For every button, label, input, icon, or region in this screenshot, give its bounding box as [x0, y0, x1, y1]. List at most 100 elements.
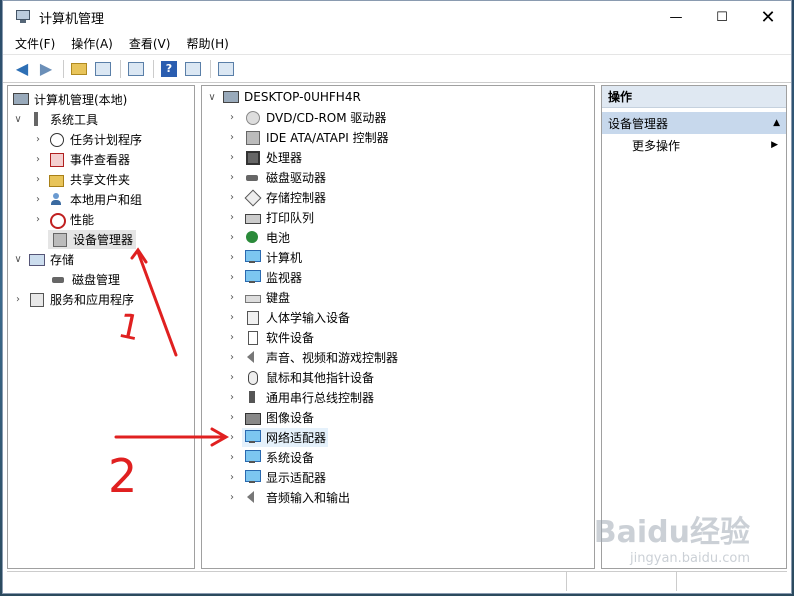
chevron-right-icon[interactable]: ›: [32, 213, 44, 225]
device-category-body: 计算机: [242, 248, 304, 267]
tree-item-label: 服务和应用程序: [50, 292, 135, 307]
device-category-item[interactable]: › 计算机: [202, 247, 594, 267]
device-category-item[interactable]: › 鼠标和其他指针设备: [202, 367, 594, 387]
baidu-watermark: Baidu经验 jingyan.baidu.com: [594, 507, 750, 566]
tree-item-device-manager[interactable]: 设备管理器: [8, 229, 194, 249]
chevron-right-icon[interactable]: ›: [226, 491, 238, 503]
tree-item-shared-folders[interactable]: › 共享文件夹: [8, 169, 194, 189]
actions-section-label: 设备管理器: [608, 116, 669, 131]
device-category-item[interactable]: › 电池: [202, 227, 594, 247]
chevron-right-icon[interactable]: ›: [32, 193, 44, 205]
disk-drive-icon: [244, 169, 260, 185]
device-category-item[interactable]: › 图像设备: [202, 407, 594, 427]
chevron-right-icon[interactable]: ›: [226, 211, 238, 223]
properties-button[interactable]: [125, 58, 147, 80]
device-category-item[interactable]: › 人体学输入设备: [202, 307, 594, 327]
device-category-label: 人体学输入设备: [266, 310, 351, 325]
chevron-right-icon[interactable]: ›: [226, 111, 238, 123]
chevron-right-icon[interactable]: ›: [226, 231, 238, 243]
tree-item-storage[interactable]: ∨ 存储: [8, 249, 194, 269]
device-category-item[interactable]: › 音频输入和输出: [202, 487, 594, 507]
chevron-down-icon[interactable]: ∨: [12, 113, 24, 125]
menu-view[interactable]: 查看(V): [123, 35, 177, 52]
device-category-item[interactable]: › 网络适配器: [202, 427, 594, 447]
minimize-button[interactable]: —: [653, 1, 699, 33]
tree-item-label: 系统工具: [50, 112, 99, 127]
actions-section-device-manager[interactable]: 设备管理器 ▲: [602, 112, 786, 134]
maximize-button[interactable]: ☐: [699, 1, 745, 33]
chevron-right-icon[interactable]: ›: [226, 391, 238, 403]
chevron-right-icon[interactable]: ›: [32, 173, 44, 185]
device-category-item[interactable]: › 系统设备: [202, 447, 594, 467]
device-category-item[interactable]: › 打印队列: [202, 207, 594, 227]
chevron-right-icon[interactable]: ›: [32, 153, 44, 165]
device-category-item[interactable]: › IDE ATA/ATAPI 控制器: [202, 127, 594, 147]
network-adapter-icon: [244, 429, 261, 445]
close-button[interactable]: ✕: [745, 1, 791, 33]
chevron-right-icon[interactable]: ›: [226, 431, 238, 443]
device-category-item[interactable]: › 键盘: [202, 287, 594, 307]
scan-hardware-button[interactable]: [215, 58, 237, 80]
forward-button[interactable]: ▶: [35, 58, 57, 80]
device-category-label: 监视器: [266, 270, 303, 285]
chevron-right-icon[interactable]: ›: [226, 191, 238, 203]
chevron-right-icon[interactable]: ›: [226, 471, 238, 483]
tree-item-computer-management[interactable]: 计算机管理(本地): [8, 89, 194, 109]
chevron-right-icon[interactable]: ›: [226, 311, 238, 323]
device-root[interactable]: ∨ DESKTOP-0UHFH4R: [202, 87, 594, 107]
device-category-item[interactable]: › 显示适配器: [202, 467, 594, 487]
chevron-right-icon[interactable]: ›: [226, 291, 238, 303]
help-button[interactable]: ?: [158, 58, 180, 80]
menu-help[interactable]: 帮助(H): [180, 35, 234, 52]
tree-item-system-tools[interactable]: ∨ 系统工具: [8, 109, 194, 129]
tree-item-event-viewer[interactable]: › 事件查看器: [8, 149, 194, 169]
chevron-right-icon[interactable]: ›: [226, 371, 238, 383]
tree-item-services-apps[interactable]: › 服务和应用程序: [8, 289, 194, 309]
chevron-right-icon[interactable]: ›: [226, 151, 238, 163]
tree-item-label: 计算机管理(本地): [34, 92, 128, 107]
chevron-right-icon[interactable]: ›: [32, 133, 44, 145]
device-category-item[interactable]: › 声音、视频和游戏控制器: [202, 347, 594, 367]
toolbar-separator: [210, 59, 211, 78]
tree-item-local-users[interactable]: › 本地用户和组: [8, 189, 194, 209]
chevron-down-icon[interactable]: ∨: [12, 253, 24, 265]
tree-item-performance[interactable]: › 性能: [8, 209, 194, 229]
more-actions-item[interactable]: 更多操作 ▶: [602, 134, 786, 156]
chevron-right-icon[interactable]: ›: [226, 451, 238, 463]
device-category-item[interactable]: › 监视器: [202, 267, 594, 287]
chevron-down-icon[interactable]: ∨: [206, 91, 218, 103]
tree-item-task-scheduler[interactable]: › 任务计划程序: [8, 129, 194, 149]
task-scheduler-icon: [48, 131, 64, 147]
more-actions-label: 更多操作: [632, 138, 681, 153]
menu-action[interactable]: 操作(A): [65, 35, 119, 52]
console-tree-icon: [95, 61, 111, 76]
device-category-label: 电池: [266, 230, 291, 245]
device-category-item[interactable]: › 磁盘驱动器: [202, 167, 594, 187]
device-list-pane: ∨ DESKTOP-0UHFH4R › DVD/CD-ROM 驱动器 › IDE AT…: [201, 85, 595, 569]
show-action-pane-button[interactable]: [182, 58, 204, 80]
device-category-label: DVD/CD-ROM 驱动器: [266, 110, 387, 125]
device-root-label: DESKTOP-0UHFH4R: [244, 90, 361, 104]
toolbar-separator: [120, 59, 121, 78]
device-category-item[interactable]: › DVD/CD-ROM 驱动器: [202, 107, 594, 127]
menu-file[interactable]: 文件(F): [9, 35, 61, 52]
chevron-right-icon[interactable]: ›: [12, 293, 24, 305]
back-button[interactable]: ◀: [11, 58, 33, 80]
submenu-arrow-icon: ▶: [771, 140, 778, 150]
up-level-button[interactable]: [68, 58, 90, 80]
chevron-right-icon[interactable]: ›: [226, 171, 238, 183]
device-category-item[interactable]: › 软件设备: [202, 327, 594, 347]
device-category-item[interactable]: › 处理器: [202, 147, 594, 167]
services-apps-icon: [28, 291, 44, 307]
chevron-right-icon[interactable]: ›: [226, 251, 238, 263]
tree-item-disk-management[interactable]: 磁盘管理: [8, 269, 194, 289]
chevron-right-icon[interactable]: ›: [226, 131, 238, 143]
show-hide-tree-button[interactable]: [92, 58, 114, 80]
chevron-right-icon[interactable]: ›: [226, 351, 238, 363]
device-category-item[interactable]: › 存储控制器: [202, 187, 594, 207]
chevron-right-icon[interactable]: ›: [226, 271, 238, 283]
device-category-body: 磁盘驱动器: [242, 168, 328, 187]
chevron-right-icon[interactable]: ›: [226, 411, 238, 423]
chevron-right-icon[interactable]: ›: [226, 331, 238, 343]
device-category-item[interactable]: › 通用串行总线控制器: [202, 387, 594, 407]
